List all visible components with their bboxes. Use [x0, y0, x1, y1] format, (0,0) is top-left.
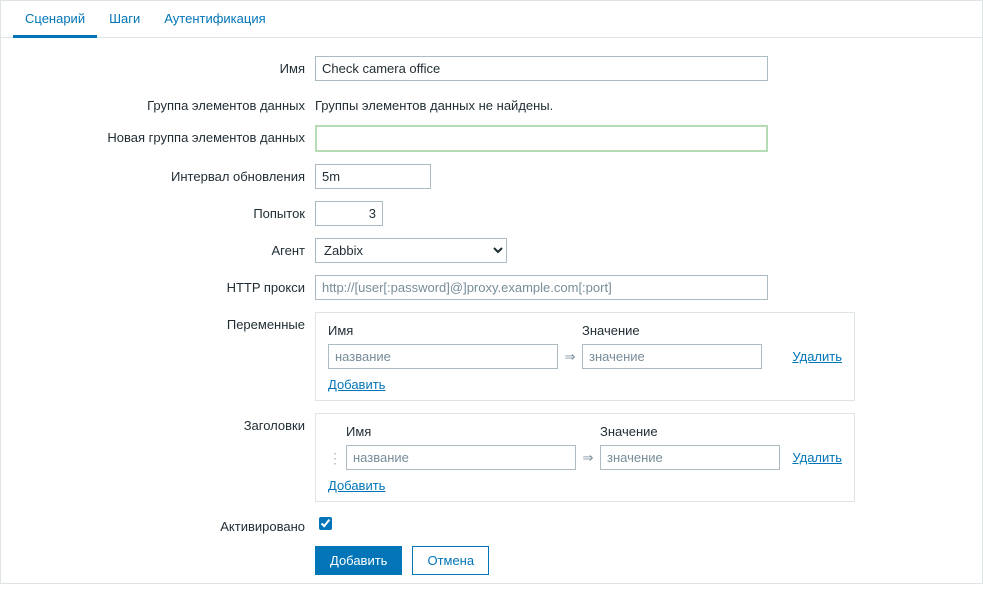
- variable-delete-link[interactable]: Удалить: [792, 349, 842, 364]
- label-variables: Переменные: [15, 312, 315, 332]
- headers-row: ⋮⋮ ⇒ Удалить: [328, 445, 842, 470]
- variable-value-input[interactable]: [582, 344, 762, 369]
- label-update-interval: Интервал обновления: [15, 164, 315, 184]
- headers-col-value: Значение: [600, 424, 780, 439]
- new-application-input[interactable]: [315, 125, 768, 152]
- cancel-button[interactable]: Отмена: [412, 546, 489, 575]
- name-input[interactable]: [315, 56, 768, 81]
- arrow-icon: ⇒: [558, 349, 582, 365]
- label-new-application: Новая группа элементов данных: [15, 125, 315, 145]
- header-delete-link[interactable]: Удалить: [792, 450, 842, 465]
- label-http-proxy: HTTP прокси: [15, 275, 315, 295]
- submit-button[interactable]: Добавить: [315, 546, 402, 575]
- http-proxy-input[interactable]: [315, 275, 768, 300]
- update-interval-input[interactable]: [315, 164, 431, 189]
- tab-auth[interactable]: Аутентификация: [152, 1, 277, 38]
- variables-col-value: Значение: [582, 323, 762, 338]
- label-enabled: Активировано: [15, 514, 315, 534]
- application-empty-text: Группы элементов данных не найдены.: [315, 93, 968, 113]
- variables-col-name: Имя: [328, 323, 558, 338]
- variable-name-input[interactable]: [328, 344, 558, 369]
- agent-select[interactable]: Zabbix: [315, 238, 507, 263]
- header-add-link[interactable]: Добавить: [328, 478, 385, 493]
- variables-row: ⇒ Удалить: [328, 344, 842, 369]
- label-attempts: Попыток: [15, 201, 315, 221]
- attempts-input[interactable]: [315, 201, 383, 226]
- label-agent: Агент: [15, 238, 315, 258]
- enabled-checkbox[interactable]: [319, 517, 332, 530]
- headers-col-name: Имя: [346, 424, 576, 439]
- tab-steps[interactable]: Шаги: [97, 1, 152, 38]
- label-headers: Заголовки: [15, 413, 315, 433]
- tab-bar: Сценарий Шаги Аутентификация: [1, 1, 982, 38]
- label-name: Имя: [15, 56, 315, 76]
- variable-add-link[interactable]: Добавить: [328, 377, 385, 392]
- headers-table: Имя Значение ⋮⋮ ⇒: [315, 413, 855, 502]
- arrow-icon: ⇒: [576, 450, 600, 466]
- variables-table: Имя Значение ⇒ Удал: [315, 312, 855, 401]
- form: Имя Группа элементов данных Группы элеме…: [1, 38, 982, 605]
- tab-scenario[interactable]: Сценарий: [13, 1, 97, 38]
- panel: Сценарий Шаги Аутентификация Имя Группа …: [0, 0, 983, 584]
- label-application: Группа элементов данных: [15, 93, 315, 113]
- header-value-input[interactable]: [600, 445, 780, 470]
- drag-handle-icon[interactable]: ⋮⋮: [328, 451, 342, 465]
- header-name-input[interactable]: [346, 445, 576, 470]
